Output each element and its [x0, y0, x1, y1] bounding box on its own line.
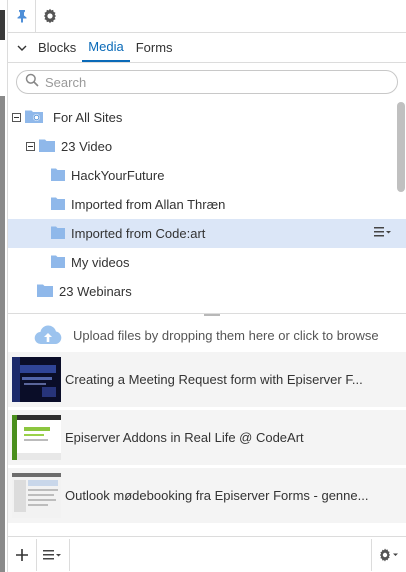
folder-icon	[51, 168, 65, 184]
search-wrapper	[8, 63, 406, 100]
tree-scrollbar[interactable]	[397, 102, 405, 192]
video-thumbnail	[12, 473, 61, 518]
tree-label: Imported from Allan Thræn	[71, 197, 226, 212]
media-title: Outlook mødebooking fra Episerver Forms …	[65, 488, 369, 503]
add-icon[interactable]	[8, 539, 36, 571]
tab-bar: Blocks Media Forms	[8, 33, 406, 63]
panel-toolbar	[8, 0, 406, 33]
edge-handle-top	[0, 10, 5, 40]
panel-footer	[8, 536, 406, 572]
footer-settings-gear-icon[interactable]	[372, 539, 406, 571]
list-menu-icon[interactable]	[37, 539, 69, 571]
tree-node-allan-thraen[interactable]: Imported from Allan Thræn	[8, 190, 406, 219]
media-title: Creating a Meeting Request form with Epi…	[65, 372, 363, 387]
tab-blocks[interactable]: Blocks	[32, 32, 82, 62]
media-item[interactable]: Episerver Addons in Real Life @ CodeArt	[8, 410, 406, 468]
footer-divider	[69, 538, 70, 571]
tree-node-23-video[interactable]: 23 Video	[8, 132, 406, 161]
pane-splitter[interactable]	[8, 313, 406, 319]
tree-node-my-videos[interactable]: My videos	[8, 248, 406, 277]
tree-label: My videos	[71, 255, 130, 270]
collapse-icon[interactable]	[12, 113, 21, 122]
collapse-icon[interactable]	[26, 142, 35, 151]
tree-node-code-art[interactable]: Imported from Code:art	[8, 219, 406, 248]
folder-icon	[51, 226, 65, 242]
cloud-upload-icon	[34, 325, 62, 348]
tab-media[interactable]: Media	[82, 32, 130, 62]
tree-node-root[interactable]: For All Sites	[8, 103, 406, 132]
search-input[interactable]	[45, 74, 365, 90]
tree-node-hackyourfuture[interactable]: HackYourFuture	[8, 161, 406, 190]
settings-gear-icon[interactable]	[36, 0, 63, 33]
tree-label: Imported from Code:art	[71, 226, 206, 241]
media-item[interactable]: Outlook mødebooking fra Episerver Forms …	[8, 468, 406, 526]
media-tree: For All Sites 23 Video HackYourFuture Im…	[8, 100, 406, 308]
tab-forms[interactable]: Forms	[130, 32, 179, 62]
media-title: Episerver Addons in Real Life @ CodeArt	[65, 430, 304, 445]
folder-icon	[37, 284, 53, 300]
folder-icon	[51, 197, 65, 213]
media-list: Creating a Meeting Request form with Epi…	[8, 352, 406, 526]
left-edge-strip	[0, 0, 7, 572]
folder-icon	[51, 255, 65, 271]
tree-label: 23 Webinars	[59, 284, 132, 299]
context-menu-icon[interactable]	[374, 226, 392, 241]
tree-node-23-webinars[interactable]: 23 Webinars	[8, 277, 406, 306]
edge-handle-bottom	[0, 96, 5, 572]
tree-label: 23 Video	[61, 139, 113, 154]
tree-label: For All Sites	[53, 110, 123, 125]
upload-hint: Upload files by dropping them here or cl…	[73, 328, 379, 343]
video-thumbnail	[12, 357, 61, 402]
site-folder-icon	[25, 109, 43, 126]
assets-panel: Blocks Media Forms For All Sites 23 Vide…	[7, 0, 406, 572]
chevron-down-icon[interactable]	[12, 34, 32, 62]
media-item[interactable]: Creating a Meeting Request form with Epi…	[8, 352, 406, 410]
upload-dropzone[interactable]: Upload files by dropping them here or cl…	[8, 320, 406, 352]
folder-icon	[39, 139, 55, 155]
splitter-grip[interactable]	[204, 314, 220, 316]
search-icon	[25, 73, 39, 92]
pin-icon[interactable]	[8, 0, 35, 33]
video-thumbnail	[12, 415, 61, 460]
search-box	[16, 70, 398, 94]
tree-label: HackYourFuture	[71, 168, 165, 183]
